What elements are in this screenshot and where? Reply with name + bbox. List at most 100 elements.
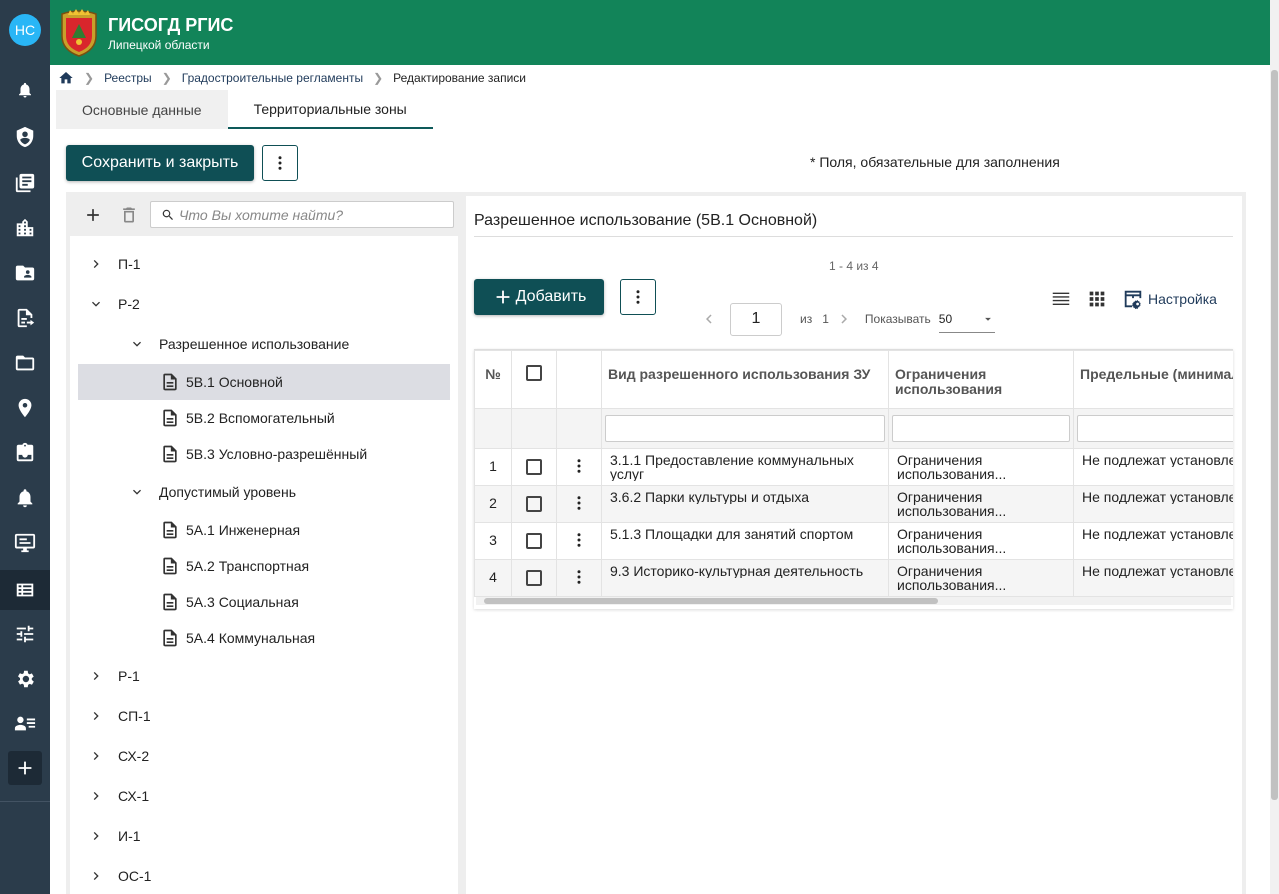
avatar[interactable]: НС [9,14,41,46]
tree-node-label: И-1 [118,828,141,844]
grid-scrollbar-thumb[interactable] [484,598,938,604]
shield-user-icon[interactable] [0,119,50,155]
folder-user-icon[interactable] [0,255,50,291]
chevron-right-icon[interactable] [88,748,104,764]
cell-limits: Ограничения использования... [888,559,1074,597]
tree-node-allowed-level[interactable]: Допустимый уровень [129,474,296,510]
more-vertical-icon[interactable] [570,531,588,549]
filter-limits-input[interactable] [892,415,1070,442]
tree-node-i1[interactable]: И-1 [88,818,141,854]
page-scrollbar[interactable] [1270,0,1279,894]
chevron-right-icon[interactable] [88,788,104,804]
side-rail: НС [0,0,50,894]
document-export-icon[interactable] [0,300,50,336]
buildings-icon[interactable] [0,210,50,246]
column-header-limits[interactable]: Ограничения использования [888,350,1074,409]
chevron-right-icon[interactable] [88,256,104,272]
row-checkbox[interactable] [526,496,542,512]
folder-open-icon[interactable] [0,345,50,381]
list-view-icon[interactable] [1050,288,1072,310]
more-actions-button[interactable] [262,145,298,181]
tab-main-data[interactable]: Основные данные [56,90,228,129]
column-header-num[interactable]: № [474,350,512,409]
table-row[interactable]: 1 3.1.1 Предоставление коммунальных услу… [474,448,1233,486]
library-books-icon[interactable] [0,165,50,201]
sliders-icon[interactable] [0,616,50,652]
table-row[interactable]: 4 9.3 Историко-культурная деятельность О… [474,559,1233,597]
add-button[interactable]: Добавить [474,279,604,315]
breadcrumb-registries[interactable]: Реестры [104,71,152,85]
row-checkbox[interactable] [526,459,542,475]
tree-node-r1[interactable]: Р-1 [88,658,140,694]
more-vertical-icon [278,156,282,170]
tree-node-5a3[interactable]: 5А.3 Социальная [160,584,299,620]
grid-more-actions-button[interactable] [620,279,656,315]
save-and-close-button[interactable]: Сохранить и закрыть [66,145,254,181]
row-checkbox[interactable] [526,570,542,586]
monitor-icon[interactable] [0,525,50,561]
caret-down-icon [984,317,991,321]
more-vertical-icon[interactable] [570,494,588,512]
filter-use-type-input[interactable] [605,415,885,442]
page-scrollbar-thumb[interactable] [1271,70,1278,800]
add-module-button[interactable] [8,751,42,785]
chevron-down-icon[interactable] [88,296,104,312]
grid-view-icon[interactable] [1086,288,1108,310]
chevron-right-icon[interactable] [88,828,104,844]
chevron-down-icon[interactable] [129,484,145,500]
tree-node-5v3[interactable]: 5В.3 Условно-разрешённый [160,436,367,472]
page-size-select[interactable]: 50 [938,305,995,333]
records-range: 1 - 4 из 4 [829,259,879,273]
chevron-down-icon[interactable] [129,336,145,352]
cell-use-type-text: 3.6.2 Парки культуры и отдыха [610,490,809,504]
chevron-right-icon[interactable] [835,310,853,328]
tree-node-p1[interactable]: П-1 [88,246,141,282]
home-icon[interactable] [58,70,74,86]
cell-params-text: Не подлежат установлению [1082,453,1233,467]
tree-node-r2[interactable]: Р-2 [88,286,140,322]
gear-icon[interactable] [0,661,50,697]
tree-node-5v1[interactable]: 5В.1 Основной [78,364,450,400]
chevron-right-icon[interactable] [88,868,104,884]
document-icon [163,557,177,575]
tree-node-sp1[interactable]: СП-1 [88,698,151,734]
filter-cell [601,408,889,449]
tree-node-sh2[interactable]: СХ-2 [88,738,149,774]
notifications-icon[interactable] [0,480,50,516]
bell-icon[interactable] [0,72,50,108]
users-list-icon[interactable] [0,706,50,742]
tree-node-5a4[interactable]: 5А.4 Коммунальная [160,620,315,656]
table-row[interactable]: 3 5.1.3 Площадки для занятий спортом Огр… [474,522,1233,560]
tree-node-5a1[interactable]: 5А.1 Инженерная [160,512,300,548]
chevron-right-icon[interactable] [88,668,104,684]
tree-delete-button[interactable] [116,202,142,228]
chevron-left-icon[interactable] [700,310,718,328]
filter-params-input[interactable] [1077,415,1233,442]
location-pin-icon[interactable] [0,390,50,426]
chevron-right-icon[interactable] [88,708,104,724]
row-checkbox[interactable] [526,533,542,549]
breadcrumb-regulations[interactable]: Градостроительные регламенты [182,71,363,85]
more-vertical-icon[interactable] [570,457,588,475]
tree-node-permitted-use[interactable]: Разрешенное использование [129,326,349,362]
row-number: 4 [474,559,512,597]
tree-node-5v2[interactable]: 5В.2 Вспомогательный [160,400,335,436]
tree-add-button[interactable] [80,202,106,228]
registry-list-icon[interactable] [0,570,50,610]
tree-node-5a2[interactable]: 5А.2 Транспортная [160,548,309,584]
settings-button[interactable]: Настройка [1122,288,1217,310]
table-row[interactable]: 2 3.6.2 Парки культуры и отдыха Ограниче… [474,485,1233,523]
grid-horizontal-scrollbar[interactable] [476,597,1231,605]
column-header-params[interactable]: Предельные (минимальные и... [1073,350,1233,409]
tree-node-sh1[interactable]: СХ-1 [88,778,149,814]
tree-node-os1[interactable]: ОС-1 [88,858,151,894]
breadcrumb-separator-icon: ❯ [161,71,172,85]
more-vertical-icon[interactable] [570,568,588,586]
inbox-tray-icon[interactable] [0,435,50,471]
page-number-input[interactable]: 1 [730,302,782,336]
select-all-checkbox[interactable] [526,365,542,381]
document-icon [163,629,177,647]
column-header-use-type[interactable]: Вид разрешенного использования ЗУ [601,350,889,409]
tab-territorial-zones[interactable]: Территориальные зоны [227,90,433,129]
tree-search-input[interactable] [179,206,439,223]
